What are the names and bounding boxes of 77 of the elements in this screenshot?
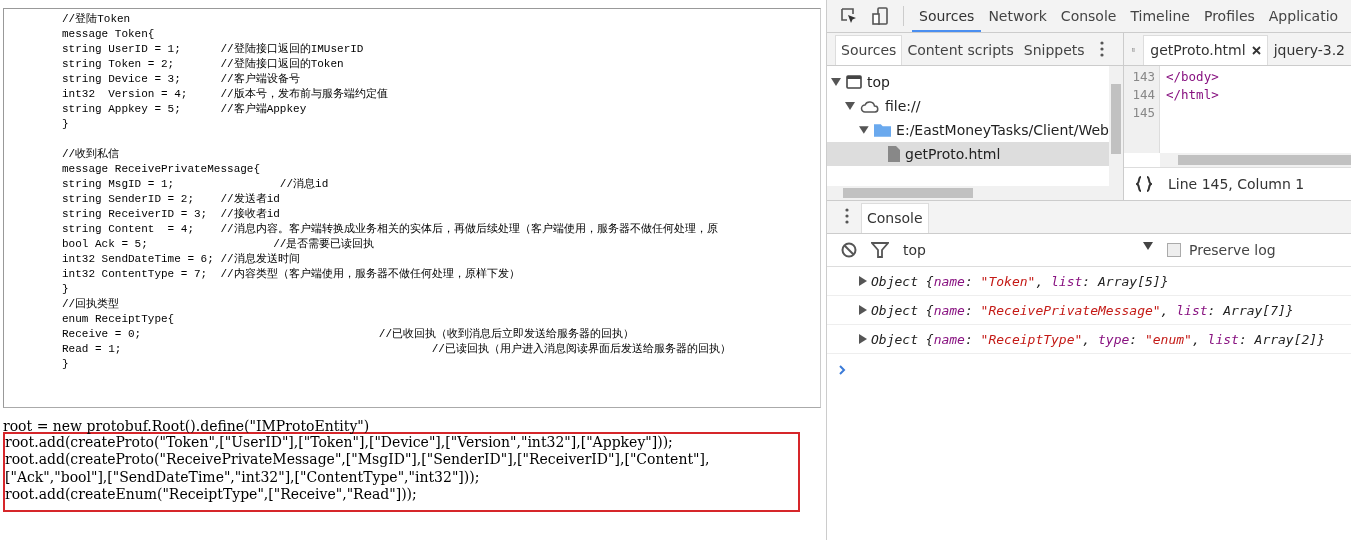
- code-line: root.add(createEnum("ReceiptType",["Receive","Read"]));: [5, 486, 418, 504]
- editor-tab[interactable]: jquery-3.2: [1267, 36, 1351, 65]
- code-line: </html>: [1166, 87, 1219, 102]
- tree-item[interactable]: top: [827, 70, 1109, 94]
- pretty-print-icon[interactable]: [1136, 176, 1152, 192]
- code-line: Read = 1; //已读回执（用户进入消息阅读界面后发送给服务器的回执）: [62, 342, 732, 357]
- console-message[interactable]: Object {name: "ReceivePrivateMessage", list: Array[7]}: [871, 302, 1294, 318]
- panel-tab[interactable]: Sources: [912, 0, 982, 32]
- drawer-tab[interactable]: Console: [861, 203, 929, 233]
- code-line: Receive = 0; //已收回执（收到消息后立即发送给服务器的回执）: [62, 327, 636, 342]
- close-icon[interactable]: [1251, 46, 1261, 55]
- code-line: enum ReceiptType{: [62, 312, 176, 327]
- code-line: </body>: [1166, 69, 1219, 84]
- navigator-tab[interactable]: Snippets: [1018, 36, 1090, 65]
- panel-tab[interactable]: Applicatio: [1261, 0, 1346, 32]
- navigator-tab[interactable]: Sources: [835, 35, 903, 65]
- filter-icon[interactable]: [871, 242, 889, 258]
- expand-triangle-icon[interactable]: [859, 334, 867, 344]
- line-number: 143: [1131, 68, 1155, 86]
- code-line: }: [62, 357, 70, 372]
- code-line: bool Ack = 5; //是否需要已读回执: [62, 237, 376, 252]
- more-icon[interactable]: [1099, 41, 1104, 57]
- more-icon[interactable]: [845, 208, 849, 224]
- code-line: }: [62, 282, 70, 297]
- code-line: int32 SendDateTime = 6; //消息发送时间: [62, 252, 301, 267]
- line-number: 145: [1131, 104, 1155, 122]
- code-line: root.add(createProto("ReceivePrivateMessage",["MsgID"],["SenderID"],["ReceiverID"],["Content"],: [5, 451, 711, 469]
- code-line: string Device = 3; //客户端设备号: [62, 72, 301, 87]
- panel-tab[interactable]: Console: [1053, 0, 1124, 32]
- clear-icon[interactable]: [841, 242, 857, 258]
- panel-tab[interactable]: Profiles: [1196, 0, 1262, 32]
- expanded-triangle-icon[interactable]: [859, 125, 869, 135]
- scrollbar[interactable]: [1160, 153, 1351, 167]
- console-message[interactable]: Object {name: "Token", list: Array[5]}: [871, 273, 1169, 289]
- editor-tab[interactable]: getProto.html: [1143, 35, 1268, 65]
- code-line: string ReceiverID = 3; //接收者id: [62, 207, 281, 222]
- code-line: root.add(createProto("Token",["UserID"],["Token"],["Device"],["Version","int32"],["Appkey"]));: [5, 433, 674, 451]
- code-line: message Token{: [62, 27, 156, 42]
- device-icon[interactable]: [871, 6, 891, 26]
- code-line: root = new protobuf.Root().define("IMProtoEntity"): [3, 418, 370, 436]
- line-number: 144: [1131, 86, 1155, 104]
- panel-tab[interactable]: Network: [981, 0, 1054, 32]
- dropdown-caret-icon[interactable]: [1143, 242, 1153, 250]
- code-line: int32 Version = 4; //版本号，发布前与服务端约定值: [62, 87, 389, 102]
- code-line: string SenderID = 2; //发送者id: [62, 192, 281, 207]
- code-line: }: [62, 117, 70, 132]
- cursor-position: Line 145, Column 1: [1168, 176, 1305, 192]
- code-line: ["Ack","bool"],["SendDateTime","int32"],["ContentType","int32"]));: [5, 468, 481, 486]
- expanded-triangle-icon[interactable]: [845, 101, 855, 111]
- code-line: string MsgID = 1; //消息id: [62, 177, 330, 192]
- navigator-tab[interactable]: Content scripts: [902, 36, 1019, 65]
- code-line: message ReceivePrivateMessage{: [62, 162, 262, 177]
- window-icon: [846, 75, 862, 89]
- code-line: //回执类型: [62, 297, 121, 312]
- code-line: int32 ContentType = 7; //内容类型（客户端使用，服务器不做任何处理，原样下发）: [62, 267, 521, 282]
- code-line: string UserID = 1; //登陆接口返回的IMUserID: [62, 42, 365, 57]
- tree-item[interactable]: file://: [827, 94, 1109, 118]
- scrollbar[interactable]: [827, 186, 1123, 200]
- preserve-log-checkbox[interactable]: Preserve log: [1167, 242, 1276, 258]
- folder-icon: [873, 123, 892, 137]
- console-message[interactable]: Object {name: "ReceiptType", type: "enum", list: Array[2]}: [871, 331, 1325, 347]
- code-line: //登陆Token: [62, 12, 132, 27]
- scrollbar[interactable]: [1109, 66, 1123, 186]
- code-line: string Token = 2; //登陆接口返回的Token: [62, 57, 345, 72]
- expand-triangle-icon[interactable]: [859, 276, 867, 286]
- tree-item[interactable]: E:/EastMoneyTasks/Client/Web: [827, 118, 1109, 142]
- context-dropdown[interactable]: top: [903, 242, 1153, 258]
- code-line: string Content = 4; //消息内容。客户端转换成业务相关的实体后，再做后续处理（客户端使用，服务器不做任何处理，原: [62, 222, 719, 237]
- prompt-icon[interactable]: [839, 365, 846, 375]
- panel-tab[interactable]: Timeline: [1123, 0, 1197, 32]
- expanded-triangle-icon[interactable]: [831, 77, 841, 87]
- file-icon: [888, 146, 900, 162]
- code-line: string Appkey = 5; //客户端Appkey: [62, 102, 308, 117]
- expand-triangle-icon[interactable]: [859, 305, 867, 315]
- code-line: //收到私信: [62, 147, 121, 162]
- cloud-icon: [860, 99, 880, 113]
- tree-item[interactable]: getProto.html: [827, 142, 1109, 166]
